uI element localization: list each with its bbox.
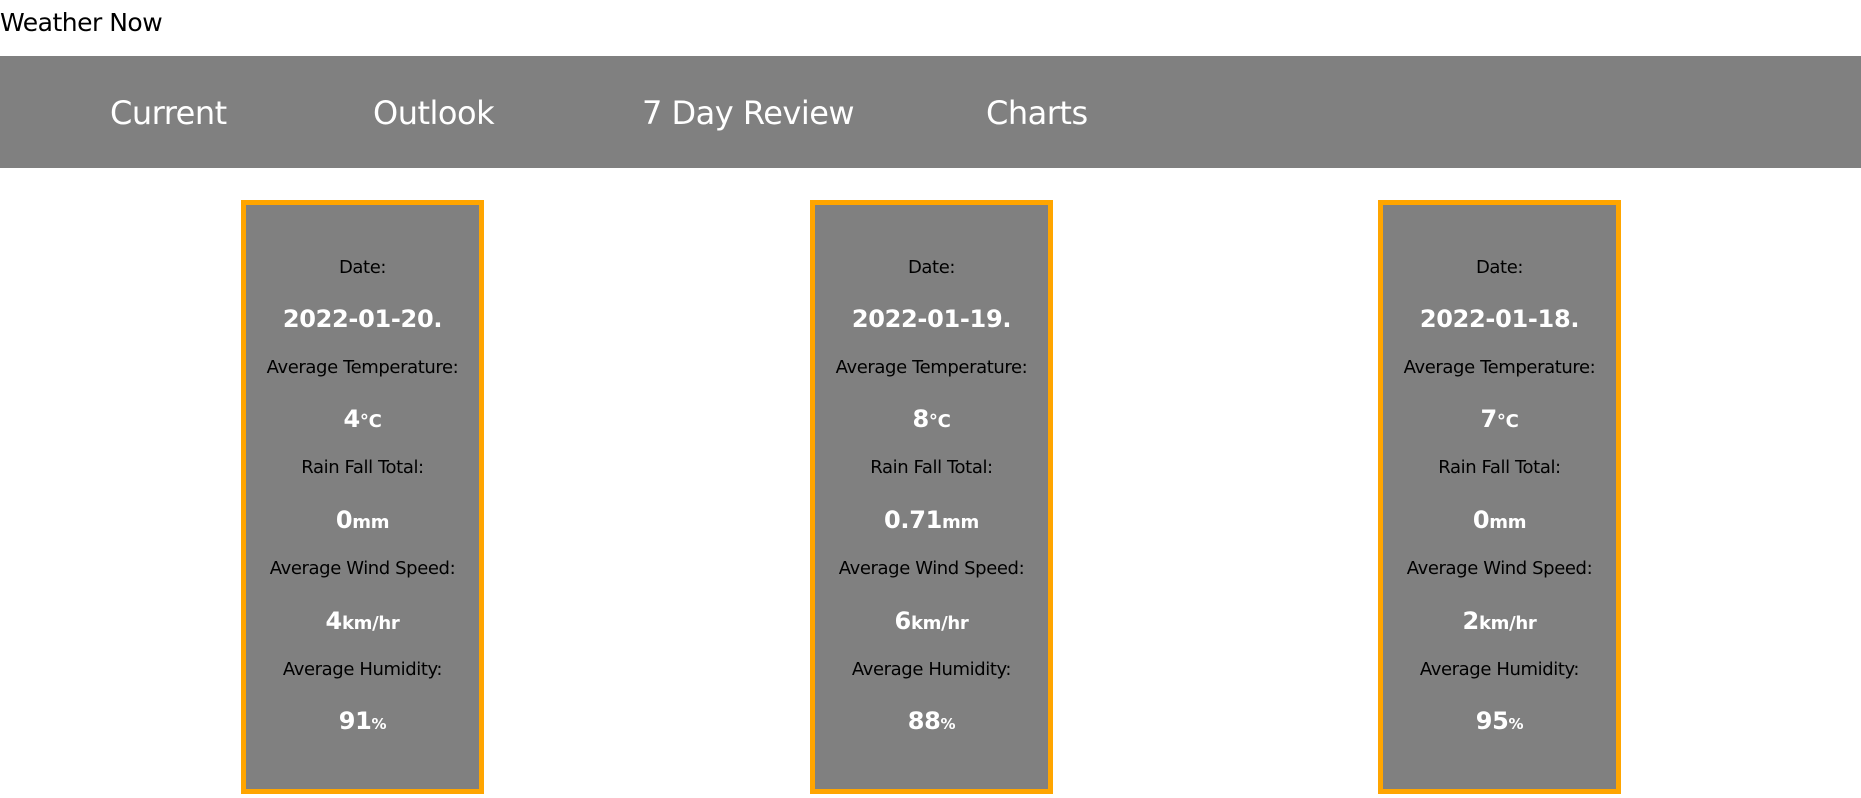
rain-unit: mm xyxy=(1489,512,1527,533)
humidity-value: 91 xyxy=(338,707,372,735)
humidity-label: Average Humidity: xyxy=(851,659,1012,680)
wind-label: Average Wind Speed: xyxy=(838,558,1025,579)
nav-outlook[interactable]: Outlook xyxy=(373,94,495,132)
nav-7-day-review[interactable]: 7 Day Review xyxy=(642,94,855,132)
date-label: Date: xyxy=(1475,257,1524,278)
wind-value: 4 xyxy=(325,607,343,635)
wind-unit: km/hr xyxy=(341,613,400,634)
humidity-value: 88 xyxy=(907,707,941,735)
rain-unit: mm xyxy=(942,512,979,533)
avg-temp-value: 8 xyxy=(912,405,929,433)
humidity-unit: % xyxy=(940,715,956,733)
humidity-value: 95 xyxy=(1475,707,1509,735)
temp-unit: °C xyxy=(359,411,382,432)
wind-reading: 6km/hr xyxy=(815,607,1048,635)
rain-value: 0.71 xyxy=(884,506,943,534)
avg-temp-label: Average Temperature: xyxy=(835,357,1028,378)
wind-unit: km/hr xyxy=(910,613,969,634)
nav-charts[interactable]: Charts xyxy=(986,94,1088,132)
avg-temp-label: Average Temperature: xyxy=(266,357,459,378)
rain-label: Rain Fall Total: xyxy=(301,457,424,478)
wind-label: Average Wind Speed: xyxy=(1406,558,1593,579)
date-value: 2022-01-19. xyxy=(851,305,1012,333)
avg-temp-reading: 8°C xyxy=(815,405,1048,433)
rain-value: 0 xyxy=(335,506,353,534)
weather-card: Date: 2022-01-18. Average Temperature: 7… xyxy=(1378,200,1621,794)
wind-reading: 2km/hr xyxy=(1383,607,1616,635)
avg-temp-reading: 4°C xyxy=(246,405,479,433)
nav-current[interactable]: Current xyxy=(110,94,227,132)
avg-temp-value: 4 xyxy=(343,405,360,433)
temp-unit: °C xyxy=(928,411,951,432)
wind-label: Average Wind Speed: xyxy=(269,558,456,579)
avg-temp-reading: 7°C xyxy=(1383,405,1616,433)
humidity-reading: 91% xyxy=(246,707,479,735)
date-value: 2022-01-20. xyxy=(282,305,443,333)
wind-reading: 4km/hr xyxy=(246,607,479,635)
weather-card: Date: 2022-01-19. Average Temperature: 8… xyxy=(810,200,1053,794)
date-label: Date: xyxy=(338,257,387,278)
temp-unit: °C xyxy=(1496,411,1519,432)
humidity-reading: 88% xyxy=(815,707,1048,735)
rain-unit: mm xyxy=(352,512,390,533)
humidity-unit: % xyxy=(371,715,387,733)
wind-value: 2 xyxy=(1462,607,1480,635)
rain-reading: 0mm xyxy=(246,506,479,534)
wind-unit: km/hr xyxy=(1478,613,1537,634)
weather-card: Date: 2022-01-20. Average Temperature: 4… xyxy=(241,200,484,794)
rain-reading: 0mm xyxy=(1383,506,1616,534)
humidity-unit: % xyxy=(1508,715,1524,733)
date-value: 2022-01-18. xyxy=(1419,305,1580,333)
main-nav: Current Outlook 7 Day Review Charts xyxy=(0,56,1861,168)
rain-label: Rain Fall Total: xyxy=(870,457,993,478)
wind-value: 6 xyxy=(894,607,912,635)
rain-label: Rain Fall Total: xyxy=(1438,457,1561,478)
humidity-label: Average Humidity: xyxy=(282,659,443,680)
rain-reading: 0.71mm xyxy=(815,506,1048,534)
date-label: Date: xyxy=(907,257,956,278)
avg-temp-label: Average Temperature: xyxy=(1403,357,1596,378)
humidity-label: Average Humidity: xyxy=(1419,659,1580,680)
humidity-reading: 95% xyxy=(1383,707,1616,735)
rain-value: 0 xyxy=(1472,506,1490,534)
site-title: Weather Now xyxy=(0,8,163,37)
avg-temp-value: 7 xyxy=(1480,405,1497,433)
